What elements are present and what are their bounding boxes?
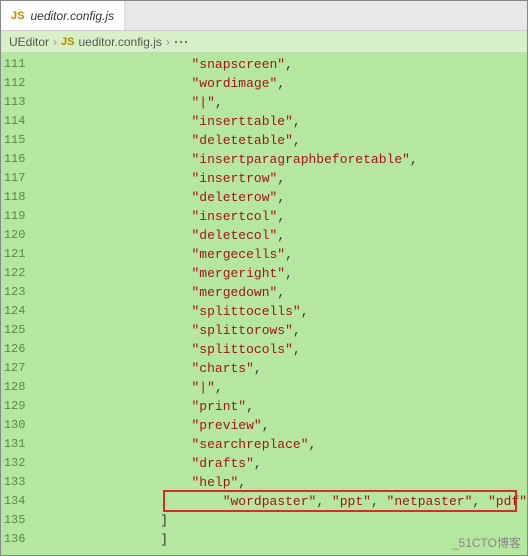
code-line[interactable]: "searchreplace",: [35, 435, 527, 454]
line-number: 122: [1, 264, 25, 283]
tab-filename: ueditor.config.js: [30, 9, 114, 23]
code-line[interactable]: "preview",: [35, 416, 527, 435]
line-number: 120: [1, 226, 25, 245]
code-line[interactable]: "|",: [35, 93, 527, 112]
line-number: 113: [1, 93, 25, 112]
line-number: 112: [1, 74, 25, 93]
code-line[interactable]: "print",: [35, 397, 527, 416]
code-line[interactable]: "insertcol",: [35, 207, 527, 226]
line-number: 123: [1, 283, 25, 302]
line-number: 128: [1, 378, 25, 397]
code-line[interactable]: ]: [35, 511, 527, 530]
line-number: 114: [1, 112, 25, 131]
line-number: 135: [1, 511, 25, 530]
code-line[interactable]: "mergedown",: [35, 283, 527, 302]
line-number: 116: [1, 150, 25, 169]
watermark: _51CTO博客: [452, 534, 521, 551]
code-editor[interactable]: 1111121131141151161171181191201211221231…: [1, 53, 527, 555]
tab-bar: JS ueditor.config.js: [1, 1, 527, 31]
breadcrumb-filename[interactable]: ueditor.config.js: [78, 35, 161, 49]
tab-file[interactable]: JS ueditor.config.js: [1, 1, 125, 30]
line-number: 131: [1, 435, 25, 454]
line-number: 129: [1, 397, 25, 416]
line-number: 117: [1, 169, 25, 188]
breadcrumb: UEditor › JS ueditor.config.js ›: [1, 31, 527, 53]
code-line[interactable]: "splittorows",: [35, 321, 527, 340]
line-number: 125: [1, 321, 25, 340]
code-area[interactable]: "snapscreen", "wordimage", "|", "insertt…: [35, 53, 527, 555]
code-line[interactable]: "wordpaster", "ppt", "netpaster", "pdf": [35, 492, 527, 511]
breadcrumb-folder[interactable]: UEditor: [9, 35, 49, 49]
code-line[interactable]: "insertparagraphbeforetable",: [35, 150, 527, 169]
line-number: 127: [1, 359, 25, 378]
js-icon: JS: [61, 36, 74, 48]
chevron-right-icon: ›: [166, 35, 170, 49]
code-line[interactable]: "deleterow",: [35, 188, 527, 207]
line-number: 136: [1, 530, 25, 549]
line-number-gutter: 1111121131141151161171181191201211221231…: [1, 53, 35, 555]
code-line[interactable]: "deletecol",: [35, 226, 527, 245]
line-number: 115: [1, 131, 25, 150]
code-line[interactable]: "insertrow",: [35, 169, 527, 188]
line-number: 111: [1, 55, 25, 74]
line-number: 130: [1, 416, 25, 435]
code-line[interactable]: "drafts",: [35, 454, 527, 473]
line-number: 118: [1, 188, 25, 207]
code-line[interactable]: "deletetable",: [35, 131, 527, 150]
line-number: 132: [1, 454, 25, 473]
code-line[interactable]: "mergeright",: [35, 264, 527, 283]
code-line[interactable]: "snapscreen",: [35, 55, 527, 74]
code-line[interactable]: "splittocols",: [35, 340, 527, 359]
code-line[interactable]: "charts",: [35, 359, 527, 378]
code-line[interactable]: "help",: [35, 473, 527, 492]
line-number: 119: [1, 207, 25, 226]
line-number: 124: [1, 302, 25, 321]
breadcrumb-more-icon[interactable]: [174, 35, 188, 49]
code-line[interactable]: "splittocells",: [35, 302, 527, 321]
code-line[interactable]: "mergecells",: [35, 245, 527, 264]
code-line[interactable]: "wordimage",: [35, 74, 527, 93]
line-number: 121: [1, 245, 25, 264]
code-line[interactable]: "|",: [35, 378, 527, 397]
chevron-right-icon: ›: [53, 35, 57, 49]
line-number: 126: [1, 340, 25, 359]
code-line[interactable]: "inserttable",: [35, 112, 527, 131]
line-number: 133: [1, 473, 25, 492]
line-number: 134: [1, 492, 25, 511]
js-icon: JS: [11, 10, 24, 22]
